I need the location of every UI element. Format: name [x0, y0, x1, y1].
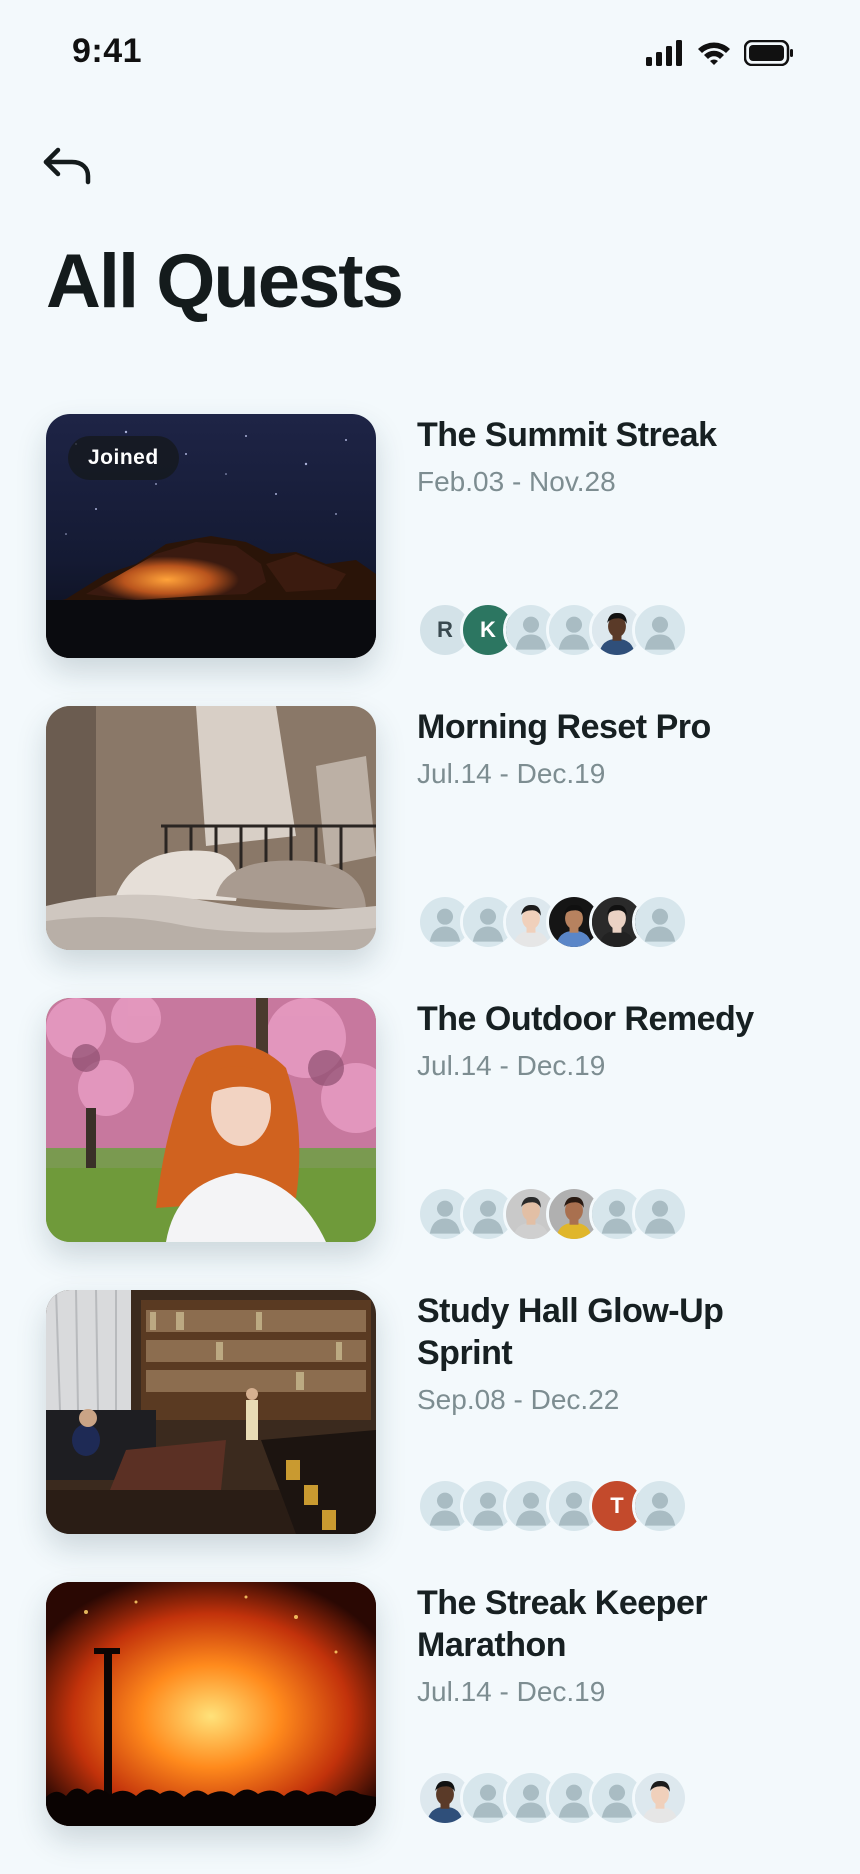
joined-badge: Joined	[68, 436, 179, 480]
back-arrow-icon	[43, 147, 91, 185]
quest-card[interactable]: The Streak Keeper Marathon Jul.14 - Dec.1…	[46, 1582, 826, 1826]
participant-avatars	[417, 894, 688, 950]
quest-dates: Jul.14 - Dec.19	[417, 758, 606, 789]
back-button[interactable]	[40, 140, 96, 196]
battery-icon	[743, 39, 794, 71]
quest-info: Morning Reset Pro Jul.14 - Dec.19	[417, 706, 827, 950]
quest-list: Joined The Summit Streak Feb.03 - Nov.28 R K	[46, 414, 826, 1874]
avatar-placeholder-icon	[635, 1189, 685, 1239]
avatar-photo	[635, 1773, 685, 1823]
status-bar: 9:41	[0, 0, 860, 110]
quest-title: Study Hall Glow-Up Sprint	[417, 1292, 724, 1372]
avatar	[632, 894, 688, 950]
avatar	[632, 1770, 688, 1826]
quest-dates: Jul.14 - Dec.19	[417, 1050, 606, 1081]
participant-avatars	[417, 1186, 688, 1242]
quest-image	[46, 706, 376, 950]
avatar	[632, 1478, 688, 1534]
participant-avatars: RK	[417, 602, 688, 658]
page-title: All Quests	[46, 239, 404, 324]
quest-image	[46, 998, 376, 1242]
quest-card[interactable]: Morning Reset Pro Jul.14 - Dec.19	[46, 706, 826, 950]
wifi-icon	[696, 40, 732, 71]
quest-info: The Summit Streak Feb.03 - Nov.28 R K	[417, 414, 827, 658]
quest-info: Study Hall Glow-Up Sprint Sep.08 - Dec.22…	[417, 1290, 827, 1534]
status-icons	[646, 39, 794, 71]
quest-image	[46, 1290, 376, 1534]
participant-avatars	[417, 1770, 688, 1826]
cellular-signal-icon	[646, 40, 684, 71]
quest-image: Joined	[46, 414, 376, 658]
avatar	[632, 602, 688, 658]
quest-title: The Outdoor Remedy	[417, 1000, 754, 1038]
quest-image	[46, 1582, 376, 1826]
avatar-placeholder-icon	[635, 1481, 685, 1531]
avatar-placeholder-icon	[635, 605, 685, 655]
quest-dates: Feb.03 - Nov.28	[417, 466, 616, 497]
quest-title: The Streak Keeper Marathon	[417, 1584, 708, 1664]
quest-dates: Jul.14 - Dec.19	[417, 1676, 606, 1707]
quest-dates: Sep.08 - Dec.22	[417, 1384, 620, 1415]
participant-avatars: T	[417, 1478, 688, 1534]
quest-card[interactable]: Joined The Summit Streak Feb.03 - Nov.28 R K	[46, 414, 826, 658]
avatar	[632, 1186, 688, 1242]
status-time: 9:41	[72, 32, 143, 70]
quest-card[interactable]: Study Hall Glow-Up Sprint Sep.08 - Dec.22…	[46, 1290, 826, 1534]
quest-title: The Summit Streak	[417, 416, 717, 454]
quest-info: The Outdoor Remedy Jul.14 - Dec.19	[417, 998, 827, 1242]
quest-title: Morning Reset Pro	[417, 708, 711, 746]
quest-card[interactable]: The Outdoor Remedy Jul.14 - Dec.19	[46, 998, 826, 1242]
avatar-placeholder-icon	[635, 897, 685, 947]
quest-info: The Streak Keeper Marathon Jul.14 - Dec.1…	[417, 1582, 827, 1826]
